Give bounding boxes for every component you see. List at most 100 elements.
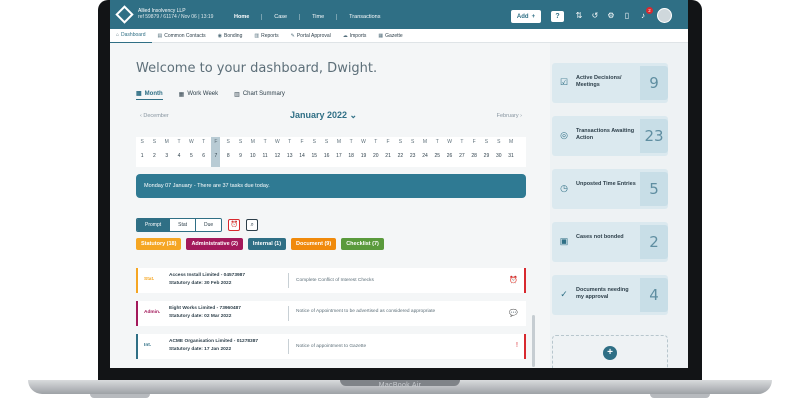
laptop-mockup: Allied Insolvency LLP ref 59879 / 61174 … [0, 0, 800, 400]
task-row[interactable]: Stat. Access Install Limited - 04573987 St… [136, 268, 526, 293]
tab-portal-approval[interactable]: ✎ Portal Approval [285, 29, 337, 43]
calendar-day[interactable]: 14 [296, 153, 308, 159]
calendar-day[interactable]: 17 [333, 153, 345, 159]
notification-badge: 2 [646, 7, 653, 14]
task-case-name[interactable]: Access Install Limited - 04573987 [169, 273, 245, 278]
calendar-day[interactable]: 25 [431, 153, 443, 159]
nav-transactions[interactable]: Transactions [337, 14, 392, 20]
calendar-day[interactable]: 22 [394, 153, 406, 159]
task-statutory-date: Statutory date: 02 Mar 2022 [169, 314, 232, 319]
calendar-day[interactable]: 10 [247, 153, 259, 159]
calendar-day[interactable]: 8 [222, 153, 234, 159]
sort-stat-button[interactable]: Stat [170, 219, 197, 231]
calendar-day[interactable]: 5 [185, 153, 197, 159]
summary-card[interactable]: ◎ Transactions Awaiting Action 23 [552, 116, 668, 156]
weekday-label: S [484, 139, 489, 145]
calendar-day[interactable]: 27 [456, 153, 468, 159]
summary-card[interactable]: ▣ Cases not bonded 2 [552, 222, 668, 262]
calendar-day[interactable]: 6 [197, 153, 209, 159]
weekday-label: S [398, 139, 403, 145]
add-button[interactable]: Add + [511, 10, 541, 23]
calendar-day[interactable]: 1 [136, 153, 148, 159]
tab-reports[interactable]: ▥ Reports [248, 29, 284, 43]
weekday-label: F [472, 139, 476, 145]
add-widget-button[interactable]: + [603, 346, 617, 360]
prev-month-link[interactable]: ‹ December [140, 113, 169, 119]
approval-icon: ✎ [290, 32, 295, 39]
month-selector[interactable]: January 2022 ⌄ [290, 110, 357, 121]
calendar-day[interactable]: 11 [259, 153, 271, 159]
history-icon[interactable]: ↺ [590, 11, 600, 21]
calendar-day[interactable]: 29 [480, 153, 492, 159]
tab-bonding[interactable]: ◉ Bonding [212, 29, 249, 43]
sort-prompt-button[interactable]: Prompt [137, 219, 171, 231]
calendar-day[interactable]: 20 [370, 153, 382, 159]
calendar-day[interactable]: 2 [148, 153, 160, 159]
chat-icon[interactable]: 💬 [509, 309, 518, 317]
calendar-day[interactable]: 13 [284, 153, 296, 159]
category-chip[interactable]: Internal (1) [247, 238, 287, 250]
task-case-name[interactable]: ACME Organisation Limited - 01278387 [169, 339, 258, 344]
category-chip[interactable]: Statutory (18) [136, 238, 182, 250]
calendar-day[interactable]: 31 [505, 153, 517, 159]
summary-card-label: Unposted Time Entries [576, 181, 636, 187]
user-avatar[interactable] [657, 8, 672, 23]
task-row[interactable]: Int. ACME Organisation Limited - 01278387… [136, 334, 526, 359]
device-label: MacBook Air [378, 382, 422, 389]
category-chip[interactable]: Document (9) [291, 238, 337, 250]
view-tab-chart-summary[interactable]: ▥ Chart Summary [234, 90, 285, 100]
alarm-filter-icon[interactable]: ⏰ [228, 219, 241, 231]
sort-due-button[interactable]: Due [196, 219, 222, 231]
settings-icon[interactable]: ⚙ [606, 11, 616, 21]
calendar-day[interactable]: 24 [419, 153, 431, 159]
arrows-icon[interactable]: ⇅ [574, 11, 584, 21]
tab-imports[interactable]: ☁ Imports [337, 29, 373, 43]
category-chip[interactable]: Administrative (2) [186, 238, 243, 250]
summary-card[interactable]: ◷ Unposted Time Entries 5 [552, 169, 668, 209]
summary-card[interactable]: ☑ Active Decisions/ Meetings 9 [552, 63, 668, 103]
calendar-day[interactable]: 21 [382, 153, 394, 159]
task-list-scrollbar[interactable] [532, 315, 535, 367]
tab-common-contacts[interactable]: ▤ Common Contacts [152, 29, 212, 43]
category-chip[interactable]: Checklist (7) [341, 238, 384, 250]
calendar-day[interactable]: 30 [493, 153, 505, 159]
calendar-day[interactable]: 28 [468, 153, 480, 159]
view-tab-work-week[interactable]: ▦ Work Week [179, 90, 218, 100]
summary-card[interactable]: ✓ Documents needing my approval 4 [552, 275, 668, 315]
task-case-name[interactable]: Eight Works Limited - 73960487 [169, 306, 241, 311]
nav-case[interactable]: Case [262, 14, 301, 20]
summary-card-count: 23 [640, 119, 668, 153]
calendar-day[interactable]: 19 [357, 153, 369, 159]
next-month-label: February [496, 113, 519, 119]
tab-gazette[interactable]: ▦ Gazette [372, 29, 408, 43]
contacts-icon: ▤ [157, 32, 163, 39]
calendar-day[interactable]: 16 [320, 153, 332, 159]
next-month-link[interactable]: February › [497, 113, 522, 119]
filter-row: Prompt Stat Due ⏰ ⌕ [136, 218, 259, 232]
weekday-label: T [435, 139, 439, 145]
calendar-day[interactable]: 23 [407, 153, 419, 159]
calendar-day[interactable]: 7 [210, 153, 222, 159]
summary-card-label: Transactions Awaiting Action [576, 128, 635, 141]
nav-time[interactable]: Time [300, 14, 338, 20]
calendar-day[interactable]: 12 [271, 153, 283, 159]
calendar-day[interactable]: 26 [443, 153, 455, 159]
calendar-day[interactable]: 9 [234, 153, 246, 159]
task-row[interactable]: Admin. Eight Works Limited - 73960487 Stat… [136, 301, 526, 326]
alert-icon[interactable]: ! [516, 342, 518, 349]
brand-logo-icon[interactable] [115, 5, 134, 24]
search-icon[interactable]: ⌕ [246, 219, 259, 231]
tab-dashboard[interactable]: ⌂ Dashboard [110, 29, 152, 43]
nav-home[interactable]: Home [222, 14, 263, 20]
task-statutory-date: Statutory date: 17 Jan 2022 [169, 347, 232, 352]
calendar-day[interactable]: 18 [345, 153, 357, 159]
task-tag: Stat. [144, 277, 155, 282]
calendar-day[interactable]: 3 [161, 153, 173, 159]
alarm-icon[interactable]: ⏰ [509, 276, 518, 284]
weekday-label: W [447, 139, 452, 145]
view-tab-month[interactable]: ▦ Month [136, 90, 163, 100]
calendar-day[interactable]: 4 [173, 153, 185, 159]
bookmark-icon[interactable]: ▯ [622, 11, 632, 21]
calendar-day[interactable]: 15 [308, 153, 320, 159]
help-button[interactable]: ? [551, 11, 564, 22]
